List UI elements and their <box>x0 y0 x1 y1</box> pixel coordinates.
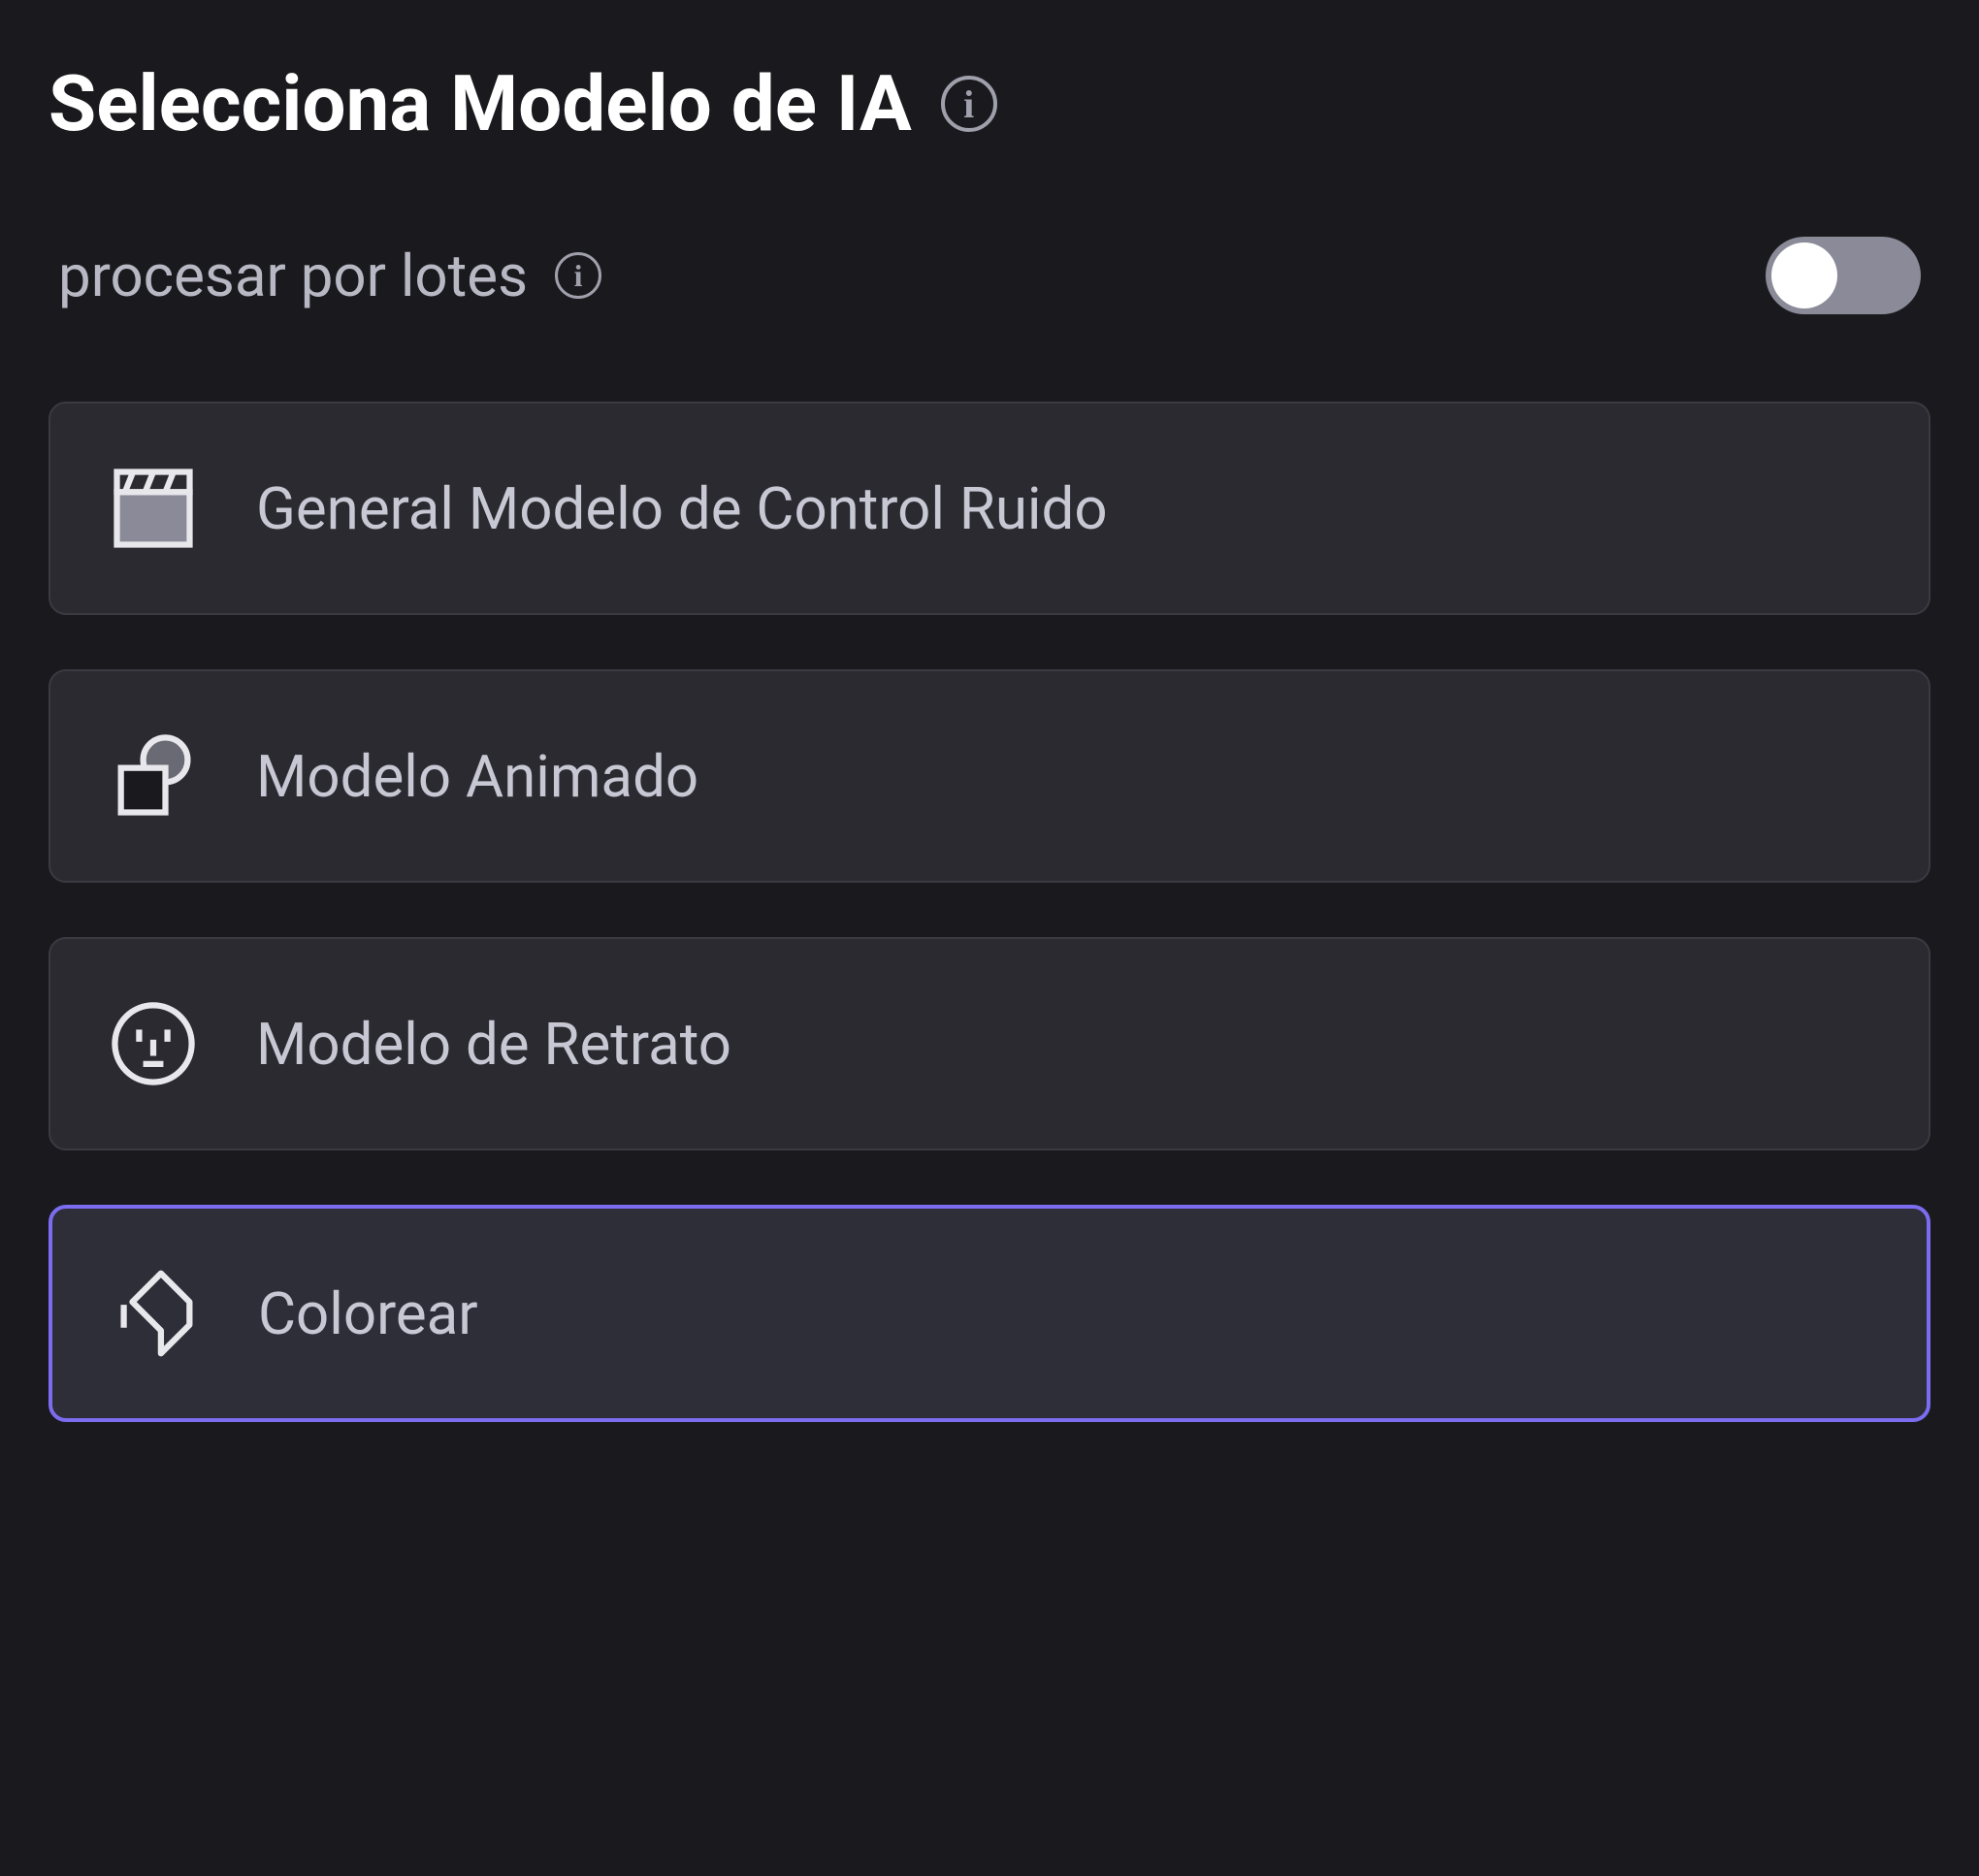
info-icon[interactable]: i <box>555 252 601 299</box>
paintbrush-icon <box>107 1265 204 1362</box>
panel-title: Selecciona Modelo de IA i <box>49 58 1930 149</box>
model-option-animated[interactable]: Modelo Animado <box>49 669 1930 883</box>
clapperboard-icon <box>105 460 202 557</box>
face-icon <box>105 995 202 1092</box>
model-option-label: Colorear <box>258 1279 478 1348</box>
shapes-icon <box>105 728 202 825</box>
info-icon[interactable]: i <box>941 76 997 132</box>
batch-label: procesar por lotes <box>58 242 528 310</box>
toggle-thumb <box>1771 243 1837 308</box>
model-option-general-noise[interactable]: General Modelo de Control Ruido <box>49 402 1930 615</box>
model-option-label: Modelo Animado <box>256 742 698 811</box>
model-option-portrait[interactable]: Modelo de Retrato <box>49 937 1930 1150</box>
model-list: General Modelo de Control Ruido Modelo A… <box>49 402 1930 1422</box>
batch-process-row: procesar por lotes i <box>49 237 1930 314</box>
model-option-label: Modelo de Retrato <box>256 1010 731 1079</box>
panel-title-text: Selecciona Modelo de IA <box>49 58 912 149</box>
model-option-colorize[interactable]: Colorear <box>49 1205 1930 1422</box>
batch-label-group: procesar por lotes i <box>58 242 601 310</box>
batch-toggle[interactable] <box>1766 237 1921 314</box>
model-option-label: General Modelo de Control Ruido <box>256 474 1108 543</box>
